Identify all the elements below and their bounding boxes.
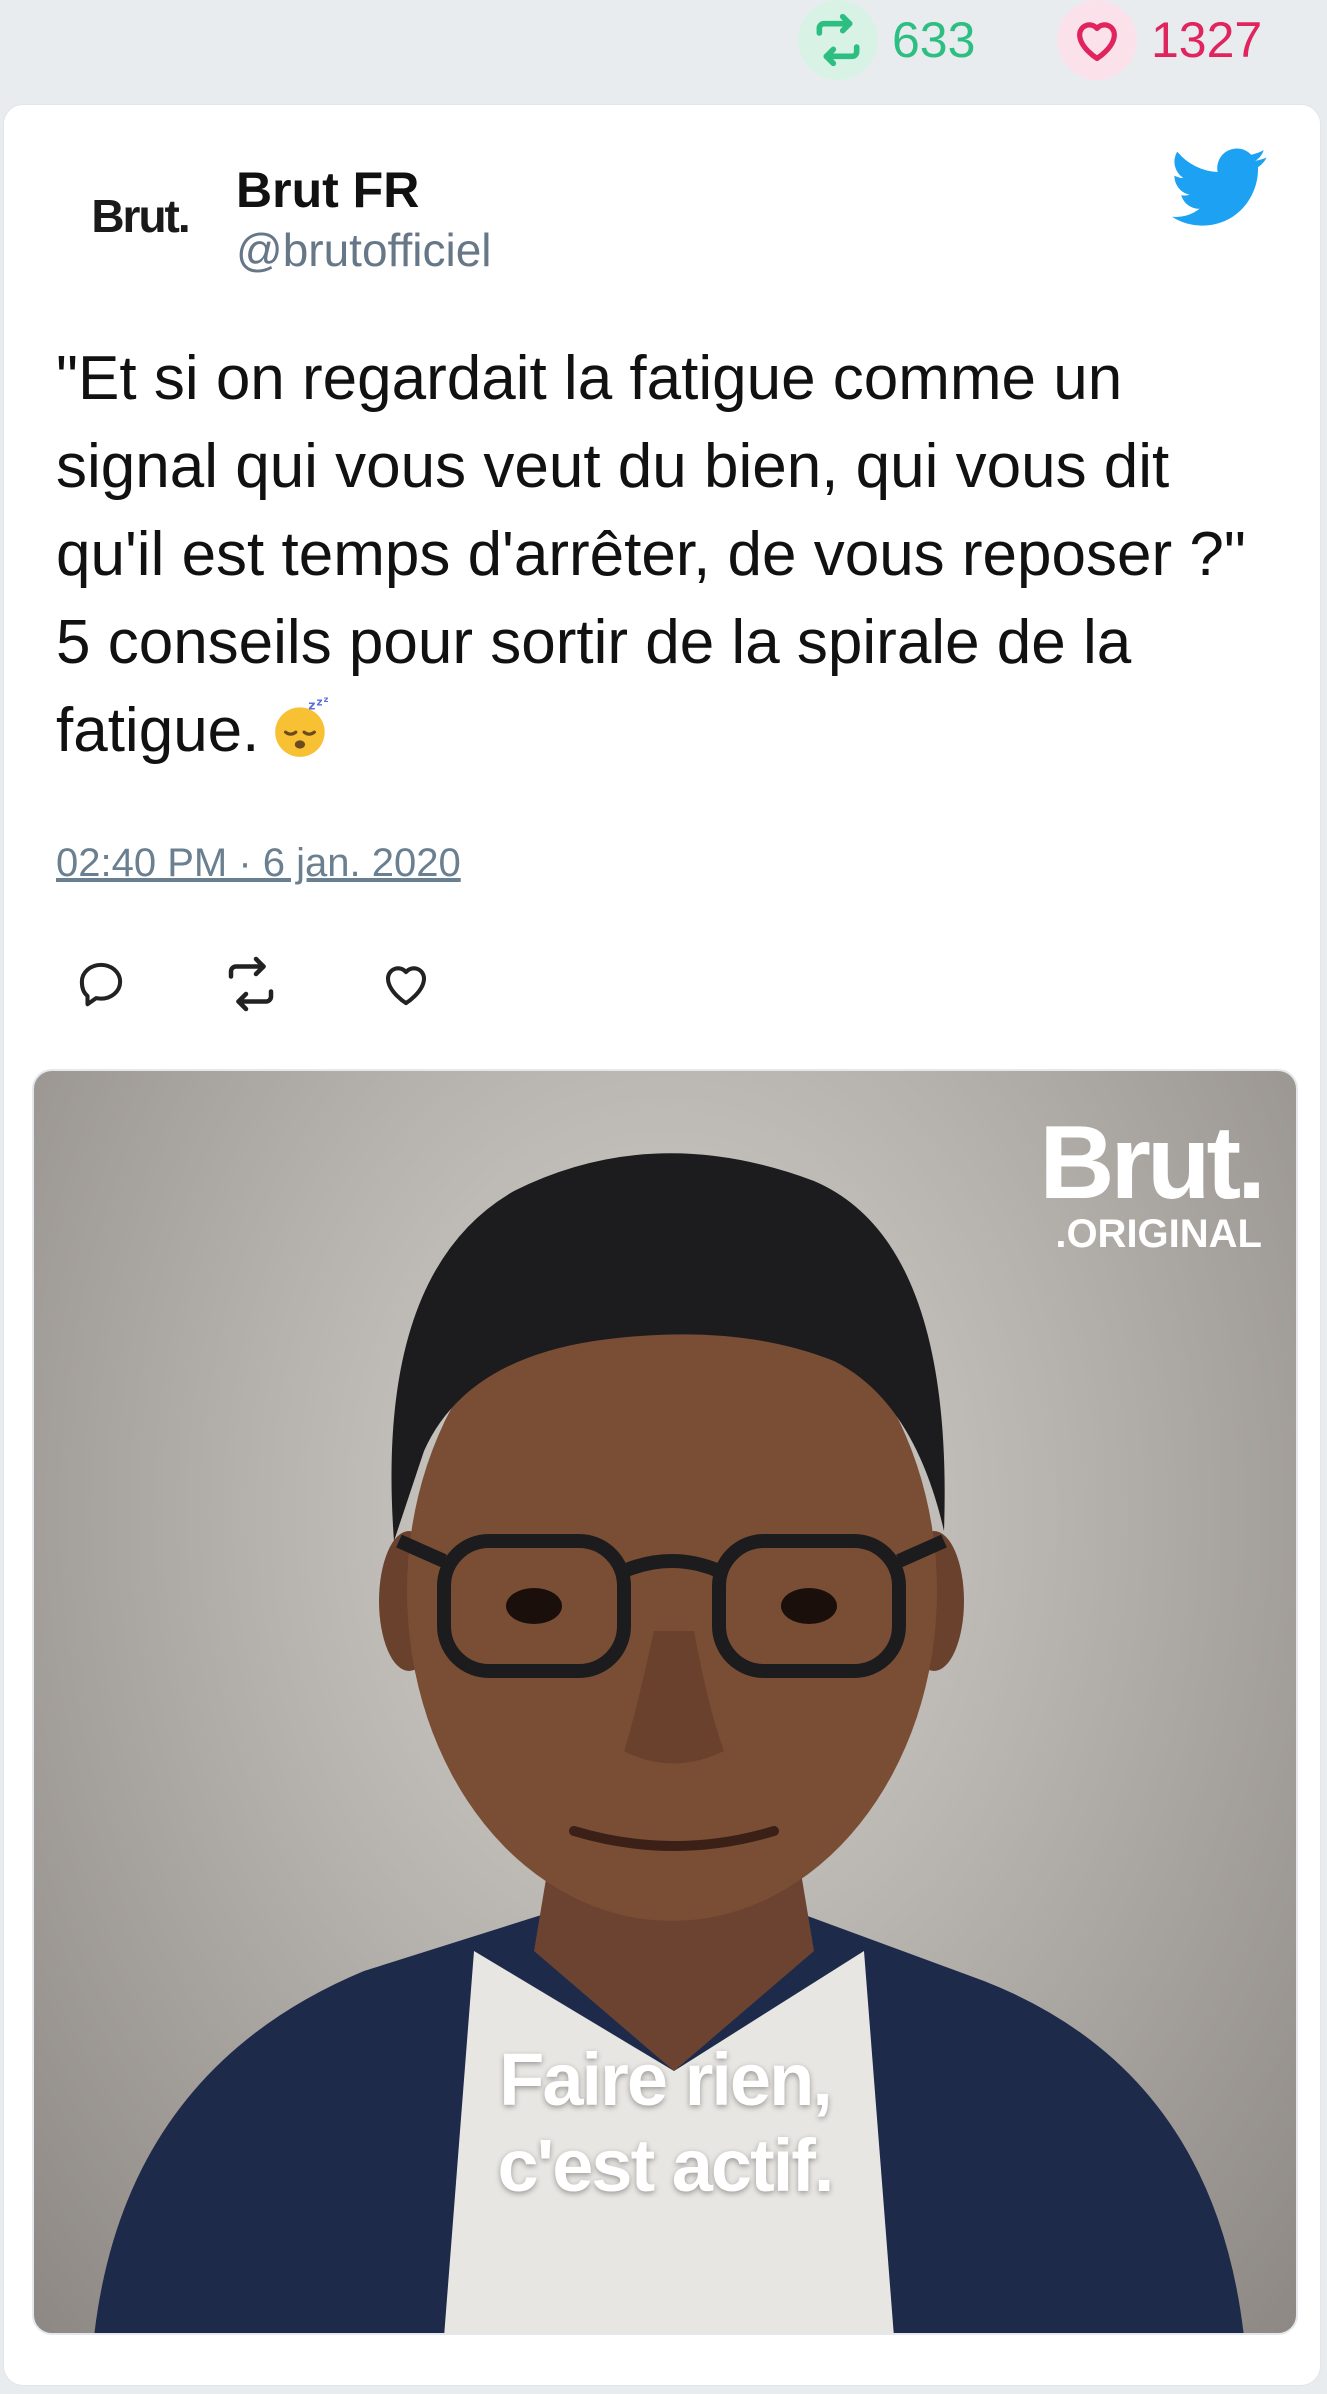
tweet-card: Brut. Brut FR @brutofficiel "Et si on re… [3, 104, 1321, 2386]
author-handle[interactable]: @brutofficiel [236, 223, 492, 277]
engagement-stats-bar: 633 1327 [0, 0, 1327, 100]
svg-text:z: z [309, 698, 316, 712]
retweet-count: 633 [892, 12, 976, 68]
brut-original-logo: Brut. .ORIGINAL [1039, 1105, 1266, 1256]
avatar[interactable]: Brut. [52, 151, 228, 281]
caption-line-2: c'est actif. [497, 2124, 835, 2207]
heart-icon [1057, 0, 1137, 80]
svg-text:z: z [317, 696, 323, 708]
avatar-logo-text: Brut. [91, 190, 190, 242]
like-button[interactable] [361, 939, 451, 1029]
author-name[interactable]: Brut FR [236, 161, 419, 219]
sleeping-face-emoji: z z z [275, 695, 329, 757]
brand-wordmark: Brut. [1039, 1105, 1266, 1221]
twitter-bird-icon[interactable] [1172, 145, 1268, 231]
reply-icon [79, 962, 123, 1007]
tweet-text: "Et si on regardait la fatigue comme un … [56, 335, 1276, 775]
like-count: 1327 [1151, 12, 1263, 68]
reply-button[interactable] [56, 939, 146, 1029]
tweet-text-body: "Et si on regardait la fatigue comme un … [56, 344, 1246, 765]
tweet-video-thumbnail[interactable]: Brut. .ORIGINAL Faire rien, c'est actif. [32, 1069, 1298, 2335]
caption-line-1: Faire rien, [499, 2038, 833, 2121]
retweet-button[interactable] [206, 939, 296, 1029]
heart-icon [385, 966, 427, 1006]
brand-subtitle: .ORIGINAL [1055, 1212, 1262, 1256]
retweet-icon [798, 0, 878, 80]
tweet-timestamp-link[interactable]: 02:40 PM · 6 jan. 2020 [56, 841, 461, 886]
retweet-stat[interactable]: 633 [798, 0, 976, 80]
video-caption: Faire rien, c'est actif. [34, 2037, 1296, 2209]
retweet-icon [228, 956, 274, 1012]
like-stat[interactable]: 1327 [1057, 0, 1263, 80]
svg-text:z: z [324, 695, 329, 704]
